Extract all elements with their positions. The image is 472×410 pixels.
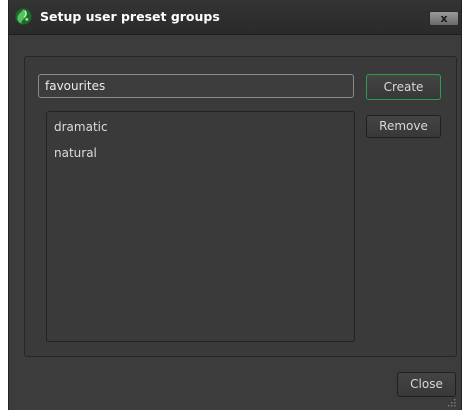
list-item[interactable]: dramatic <box>47 118 354 135</box>
close-button[interactable]: Close <box>397 372 456 397</box>
preset-group-list[interactable]: dramatic natural <box>46 111 355 342</box>
app-logo-icon <box>15 8 32 25</box>
close-icon[interactable]: x <box>429 11 459 26</box>
remove-button[interactable]: Remove <box>366 115 441 138</box>
create-button[interactable]: Create <box>366 74 441 100</box>
resize-grip-icon[interactable] <box>448 399 456 407</box>
dialog-title: Setup user preset groups <box>40 9 220 24</box>
title-bar[interactable]: Setup user preset groups x <box>9 0 461 35</box>
group-name-input[interactable] <box>38 74 354 98</box>
list-item[interactable]: natural <box>47 144 354 161</box>
